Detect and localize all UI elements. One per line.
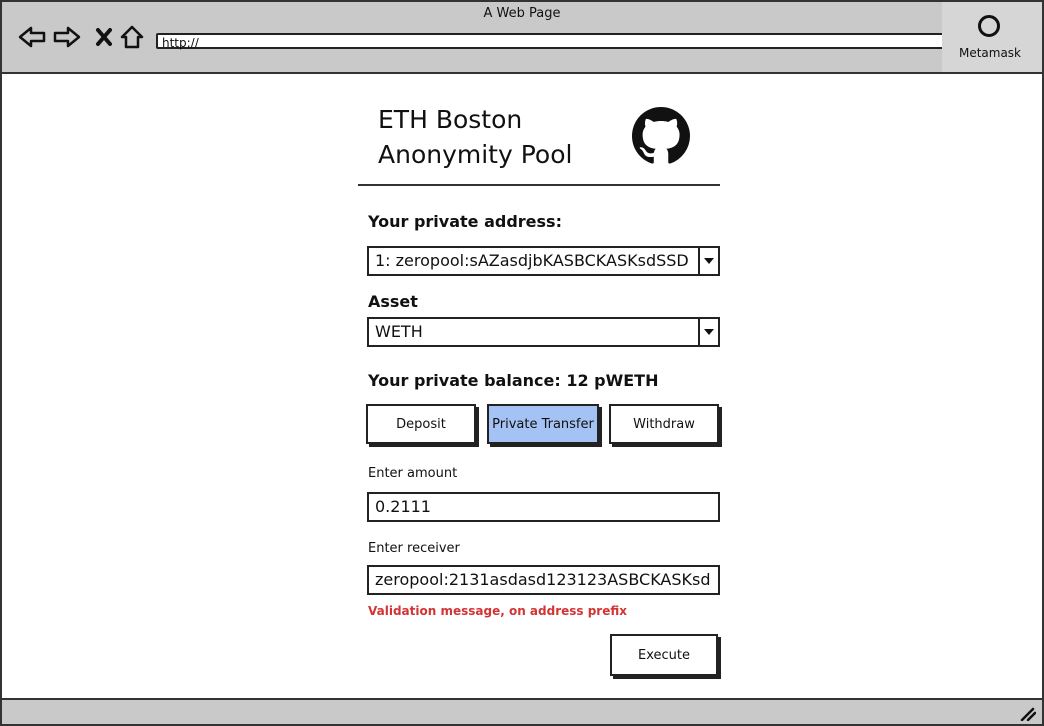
receiver-label: Enter receiver [368, 541, 460, 556]
home-icon[interactable] [118, 24, 146, 50]
resize-grip-icon[interactable] [1020, 706, 1037, 724]
private-address-label: Your private address: [368, 212, 562, 231]
browser-window: A Web Page http:// Metamask ETH Boston A… [0, 0, 1044, 726]
tab-deposit[interactable]: Deposit [366, 404, 476, 444]
page-title-line2: Anonymity Pool [378, 140, 573, 169]
status-bar [2, 698, 1042, 724]
metamask-extension[interactable]: Metamask [942, 2, 1042, 72]
amount-input[interactable]: 0.2111 [367, 492, 720, 522]
tab-private-transfer[interactable]: Private Transfer [487, 404, 599, 444]
stop-icon[interactable] [90, 24, 118, 50]
metamask-icon[interactable] [978, 15, 1000, 37]
chevron-down-icon[interactable] [698, 319, 718, 345]
amount-label: Enter amount [368, 466, 458, 481]
tab-withdraw[interactable]: Withdraw [609, 404, 719, 444]
forward-icon[interactable] [53, 24, 81, 50]
page-title-line1: ETH Boston [378, 105, 523, 134]
window-title: A Web Page [483, 6, 561, 21]
asset-value: WETH [375, 322, 423, 341]
back-icon[interactable] [18, 24, 46, 50]
metamask-label: Metamask [958, 46, 1022, 60]
asset-select[interactable]: WETH [367, 317, 720, 347]
validation-message: Validation message, on address prefix [368, 604, 627, 618]
execute-button[interactable]: Execute [610, 634, 718, 676]
address-bar[interactable]: http:// [156, 33, 944, 50]
private-address-select[interactable]: 1: zeropool:sAZasdjbKASBCKASKsdSSD [367, 246, 720, 276]
asset-label: Asset [368, 292, 418, 311]
header-divider [358, 184, 720, 186]
chevron-down-icon[interactable] [698, 248, 718, 274]
private-balance: Your private balance: 12 pWETH [368, 371, 659, 390]
browser-toolbar: A Web Page http:// Metamask [2, 2, 1042, 74]
page-title: ETH Boston Anonymity Pool [378, 102, 572, 172]
private-address-value: 1: zeropool:sAZasdjbKASBCKASKsdSSD [375, 251, 689, 270]
receiver-input[interactable]: zeropool:2131asdasd123123ASBCKASKsd [367, 565, 720, 595]
github-icon[interactable] [632, 107, 690, 165]
